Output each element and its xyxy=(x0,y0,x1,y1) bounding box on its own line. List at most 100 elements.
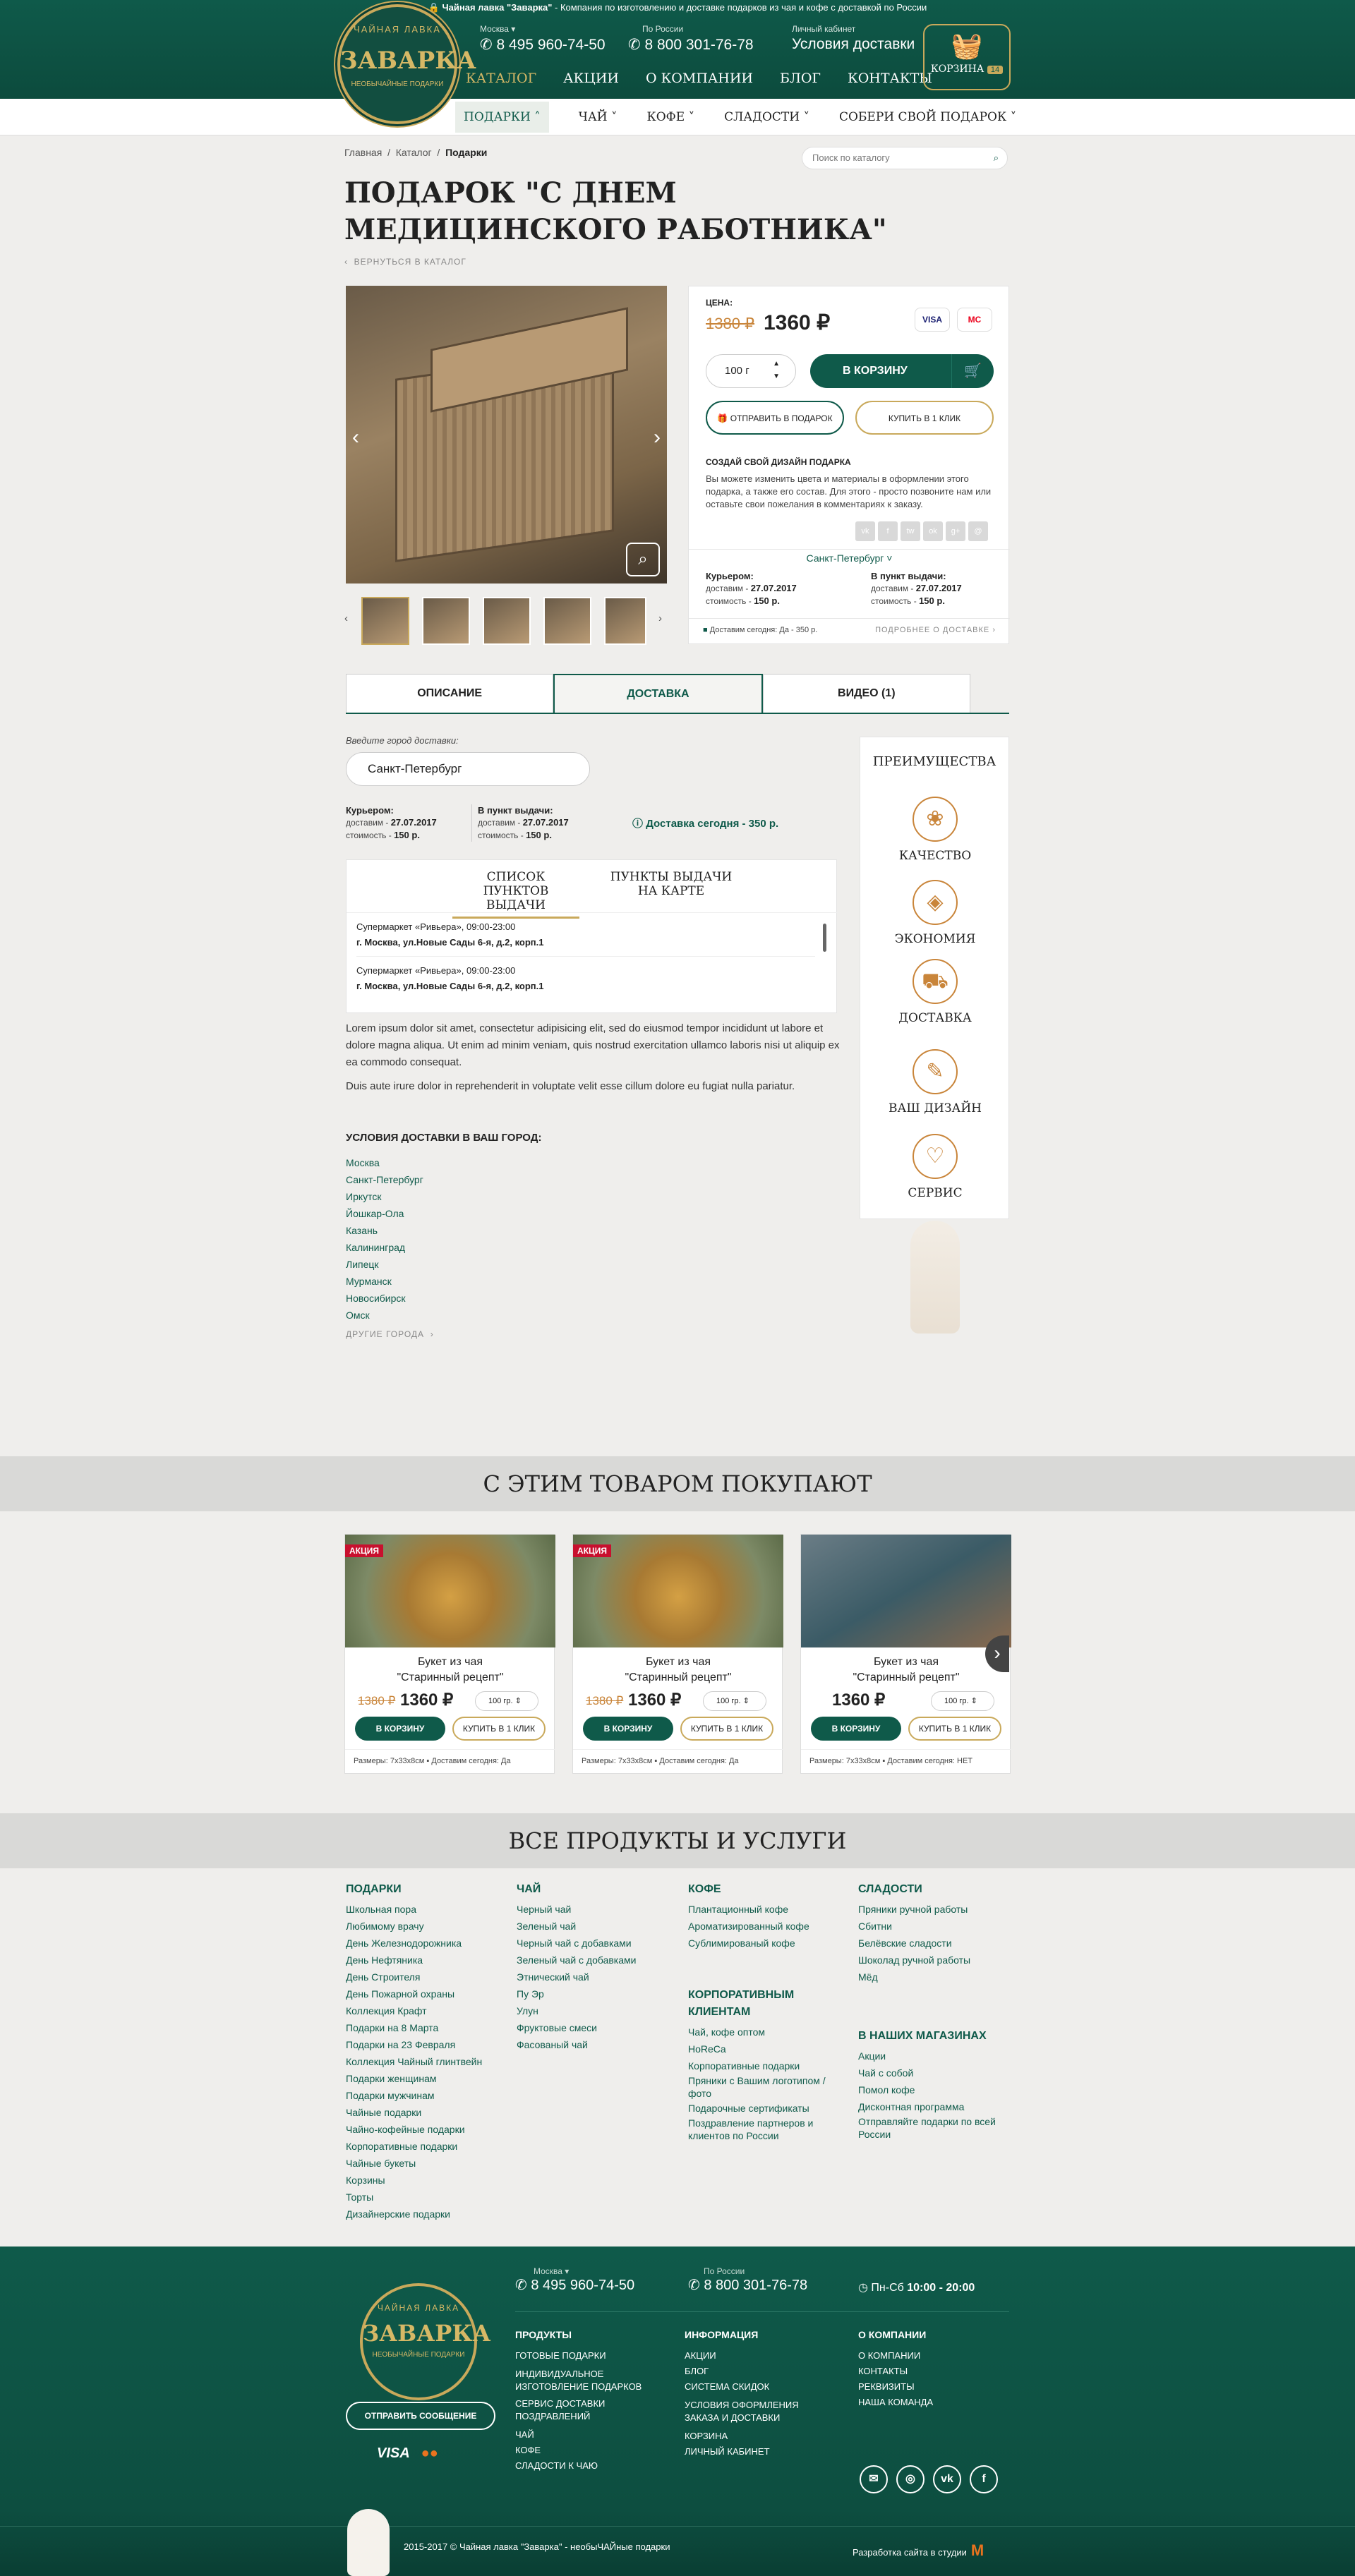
mastercard-icon: MC xyxy=(957,308,992,332)
footer-info: ИНФОРМАЦИЯ АКЦИИ БЛОГ СИСТЕМА СКИДОК УСЛОВИ… xyxy=(685,2329,799,2457)
logo-slogan: НЕОБЫЧАЙНЫЕ ПОДАРКИ xyxy=(351,80,444,88)
city-link[interactable]: Йошкар-Ола xyxy=(346,1205,423,1222)
facebook-icon[interactable]: f xyxy=(970,2465,998,2493)
quantity-stepper[interactable]: 100 гр. ⇕ xyxy=(703,1691,766,1711)
nav-blog[interactable]: БЛОГ xyxy=(780,71,821,92)
tab-points-list[interactable]: СПИСОК ПУНКТОВ ВЫДАЧИ xyxy=(452,870,579,919)
tab-video[interactable]: ВИДЕО (1) xyxy=(762,674,970,713)
footer-moscow-phone[interactable]: Москва ▾ ✆ 8 495 960-74-50 xyxy=(515,2266,634,2294)
twitter-icon[interactable]: tw xyxy=(901,521,920,541)
subnav-sweets[interactable]: СЛАДОСТИ ˅ xyxy=(724,110,809,124)
copyright: 2015-2017 © Чайная лавка "Заварка" - нео… xyxy=(404,2541,670,2552)
cart-count-badge: 14 xyxy=(987,66,1004,74)
add-to-cart-button[interactable]: В КОРЗИНУ xyxy=(355,1717,445,1741)
chevron-left-icon[interactable]: ‹ xyxy=(346,420,366,455)
tab-points-map[interactable]: ПУНКТЫ ВЫДАЧИ НА КАРТЕ xyxy=(608,870,735,898)
search-icon[interactable]: ⌕ xyxy=(994,147,999,169)
quantity-stepper[interactable]: 100 г ▲ ▼ xyxy=(706,354,796,388)
tab-delivery[interactable]: ДОСТАВКА xyxy=(553,674,763,713)
city-link[interactable]: Санкт-Петербург xyxy=(346,1171,423,1188)
delivery-city-input[interactable]: Санкт-Петербург xyxy=(346,752,590,786)
delivery-conditions-link[interactable]: Условия доставки xyxy=(792,36,915,53)
subnav-coffee[interactable]: КОФЕ ˅ xyxy=(647,110,695,124)
pickup-points-panel: СПИСОК ПУНКТОВ ВЫДАЧИ ПУНКТЫ ВЫДАЧИ НА К… xyxy=(346,859,838,1013)
buy-box: ЦЕНА: 1380 ₽ 1360 ₽ VISA MC 100 г ▲ ▼ В КО… xyxy=(688,286,1010,644)
footer-social: ✉ ◎ vk f xyxy=(860,2465,998,2493)
pickup-point-row[interactable]: Супермаркет «Ривьера», 09:00-23:00 г. Мос… xyxy=(356,919,815,957)
city-link[interactable]: Калининград xyxy=(346,1239,423,1256)
city-selector[interactable]: Санкт-Петербург ˅ xyxy=(689,552,1010,564)
product-card[interactable]: АКЦИЯ Букет из чая "Старинный рецепт" 138… xyxy=(572,1534,783,1774)
add-to-cart-button[interactable]: В КОРЗИНУ 🛒 xyxy=(810,354,994,388)
scrollbar[interactable] xyxy=(823,924,826,952)
city-link[interactable]: Омск xyxy=(346,1307,423,1324)
city-link[interactable]: Иркутск xyxy=(346,1188,423,1205)
odnoklassniki-icon[interactable]: ok xyxy=(923,521,943,541)
site-logo[interactable]: ЧАЙНАЯ ЛАВКА ЗАВАРКА НЕОБЫЧАЙНЫЕ ПОДАРКИ xyxy=(337,4,476,124)
vk-icon[interactable]: vk xyxy=(855,521,875,541)
city-link[interactable]: Новосибирск xyxy=(346,1290,423,1307)
send-as-gift-button[interactable]: 🎁 ОТПРАВИТЬ В ПОДАРОК xyxy=(706,401,844,435)
email-icon[interactable]: ✉ xyxy=(860,2465,888,2493)
footer-russia-phone[interactable]: По России ✆ 8 800 301-76-78 xyxy=(688,2266,807,2294)
back-to-catalog-link[interactable]: ‹ ВЕРНУТЬСЯ В КАТАЛОГ xyxy=(344,257,466,267)
vk-icon[interactable]: vk xyxy=(933,2465,961,2493)
crumb-home[interactable]: Главная xyxy=(344,147,382,158)
send-message-button[interactable]: ОТПРАВИТЬ СООБЩЕНИЕ xyxy=(346,2402,495,2430)
buy-one-click-button[interactable]: КУПИТЬ В 1 КЛИК xyxy=(855,401,994,435)
search-input[interactable]: Поиск по каталогу ⌕ xyxy=(802,147,1008,169)
thumbnail[interactable] xyxy=(543,597,591,645)
instagram-icon[interactable]: ◎ xyxy=(896,2465,925,2493)
chevron-right-icon[interactable]: › xyxy=(658,612,662,624)
rabbit-illustration xyxy=(910,1221,960,1334)
thumbnail[interactable] xyxy=(361,597,409,645)
other-cities-link[interactable]: ДРУГИЕ ГОРОДА › xyxy=(346,1329,434,1339)
city-link[interactable]: Казань xyxy=(346,1222,423,1239)
crumb-catalog[interactable]: Каталог xyxy=(396,147,432,158)
catalog-column-gifts: ПОДАРКИ Школьная пора Любимому врачу День … xyxy=(346,1883,483,2220)
thumbnail[interactable] xyxy=(483,597,531,645)
quantity-stepper[interactable]: 100 гр. ⇕ xyxy=(931,1691,994,1711)
product-card-image[interactable] xyxy=(801,1535,1011,1647)
email-icon[interactable]: @ xyxy=(968,521,988,541)
subnav-tea[interactable]: ЧАЙ ˅ xyxy=(579,110,618,124)
catalog-column-sweets: СЛАДОСТИ Пряники ручной работы Сбитни Белё… xyxy=(858,1883,996,2140)
logo-name: ЗАВАРКА xyxy=(340,47,476,75)
stepper-arrows-icon[interactable]: ▲ ▼ xyxy=(773,358,780,383)
city-link[interactable]: Мурманск xyxy=(346,1273,423,1290)
buy-one-click-button[interactable]: КУПИТЬ В 1 КЛИК xyxy=(680,1717,773,1741)
subnav-build-gift[interactable]: СОБЕРИ СВОЙ ПОДАРОК ˅ xyxy=(839,110,1016,124)
tab-description[interactable]: ОПИСАНИЕ xyxy=(346,674,554,713)
delivery-details-link[interactable]: ПОДРОБНЕЕ О ДОСТАВКЕ › xyxy=(875,626,996,634)
buy-one-click-button[interactable]: КУПИТЬ В 1 КЛИК xyxy=(452,1717,546,1741)
buy-one-click-button[interactable]: КУПИТЬ В 1 КЛИК xyxy=(908,1717,1001,1741)
city-link[interactable]: Липецк xyxy=(346,1256,423,1273)
developer-credit[interactable]: Разработка сайта в студии M xyxy=(853,2541,984,2560)
header-cabinet[interactable]: Личный кабинет Условия доставки xyxy=(792,24,915,53)
chevron-right-icon[interactable]: › xyxy=(647,420,667,455)
nav-contacts[interactable]: КОНТАКТЫ xyxy=(848,71,932,92)
add-to-cart-button[interactable]: В КОРЗИНУ xyxy=(811,1717,901,1741)
city-input-label: Введите город доставки: xyxy=(346,735,459,746)
pickup-point-row[interactable]: Супермаркет «Ривьера», 09:00-23:00 г. Мос… xyxy=(356,963,815,994)
product-card[interactable]: Букет из чая "Старинный рецепт" 1360 ₽ 10… xyxy=(800,1534,1011,1774)
thumbnail[interactable] xyxy=(422,597,470,645)
chevron-left-icon[interactable]: ‹ xyxy=(344,612,348,624)
facebook-icon[interactable]: f xyxy=(878,521,898,541)
zoom-icon[interactable]: ⌕ xyxy=(626,543,660,576)
product-image[interactable]: ‹ › ⌕ xyxy=(346,286,667,583)
quantity-stepper[interactable]: 100 гр. ⇕ xyxy=(475,1691,538,1711)
google-plus-icon[interactable]: g+ xyxy=(946,521,965,541)
product-card[interactable]: АКЦИЯ Букет из чая "Старинный рецепт" 138… xyxy=(344,1534,555,1774)
footer-logo[interactable]: ЧАЙНАЯ ЛАВКА ЗАВАРКА НЕОБЫЧАЙНЫЕ ПОДАРКИ xyxy=(360,2283,490,2400)
nav-about[interactable]: О КОМПАНИИ xyxy=(646,71,753,92)
nav-catalog[interactable]: КАТАЛОГ xyxy=(466,71,536,92)
thumbnail[interactable] xyxy=(604,597,646,645)
add-to-cart-button[interactable]: В КОРЗИНУ xyxy=(583,1717,673,1741)
header-moscow-phone[interactable]: Москва ▾ ✆ 8 495 960-74-50 xyxy=(480,24,606,54)
header-russia-phone[interactable]: По России ✆ 8 800 301-76-78 xyxy=(628,24,754,54)
nav-sales[interactable]: АКЦИИ xyxy=(563,71,619,92)
subnav-gifts[interactable]: ПОДАРКИ ˄ xyxy=(455,102,549,133)
cart-button[interactable]: 🧺 КОРЗИНА 14 xyxy=(923,24,1011,90)
city-link[interactable]: Москва xyxy=(346,1154,423,1171)
